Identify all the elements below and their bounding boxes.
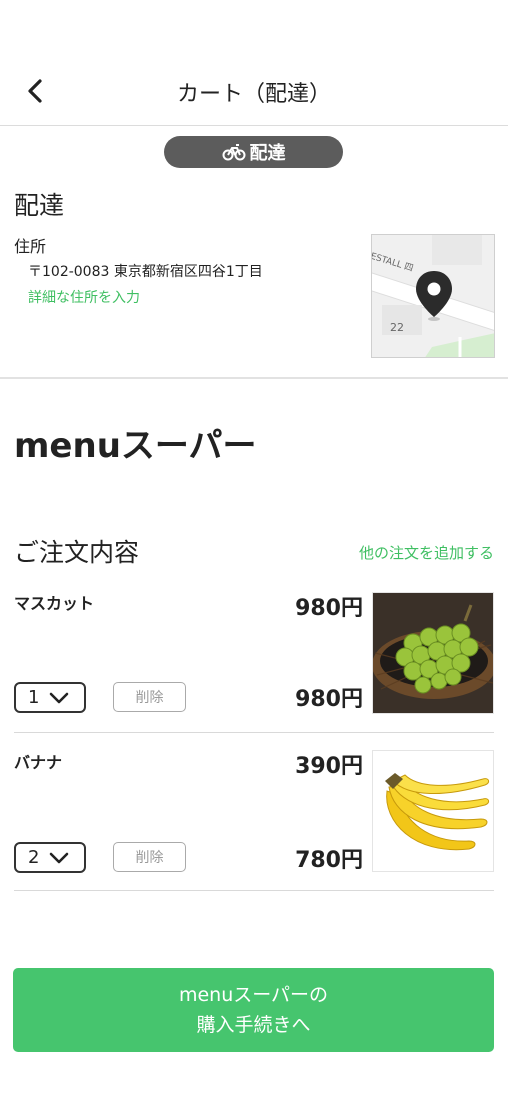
app-header: カート（配達）: [0, 56, 508, 126]
item-name: バナナ: [14, 753, 63, 772]
map-pin-icon: [416, 271, 452, 321]
store-name: menuスーパー: [14, 426, 257, 466]
order-section-title: ご注文内容: [14, 538, 140, 567]
item-total-price: 780円: [295, 848, 363, 873]
map-number-label: 22: [390, 321, 404, 334]
add-order-link[interactable]: 他の注文を追加する: [359, 542, 494, 563]
chevron-down-icon: [50, 692, 69, 703]
quantity-value: 1: [28, 687, 40, 708]
delivery-mode-label: 配達: [249, 143, 286, 164]
muscat-image: [372, 592, 494, 714]
checkout-label-line2: 購入手続きへ: [196, 1014, 311, 1036]
page-title: カート（配達）: [176, 82, 331, 107]
delivery-section-title: 配達: [14, 191, 65, 220]
item-name: マスカット: [14, 594, 95, 613]
map-thumbnail[interactable]: ESTALL 四 22: [371, 234, 495, 358]
quantity-value: 2: [28, 847, 40, 868]
quantity-select[interactable]: 2: [14, 842, 86, 873]
delivery-mode-badge[interactable]: 配達: [164, 136, 343, 168]
item-unit-price: 980円: [295, 596, 363, 621]
section-divider: [0, 377, 508, 379]
item-unit-price: 390円: [295, 754, 363, 779]
banana-image: [372, 750, 494, 872]
address-label: 住所: [14, 237, 47, 256]
address-detail-link[interactable]: 詳細な住所を入力: [28, 287, 140, 307]
item-divider: [14, 732, 494, 733]
quantity-select[interactable]: 1: [14, 682, 86, 713]
item-divider: [14, 890, 494, 891]
checkout-label-line1: menuスーパーの: [178, 984, 329, 1006]
item-total-price: 980円: [295, 687, 363, 712]
delete-button[interactable]: 削除: [113, 842, 186, 872]
checkout-button[interactable]: menuスーパーの 購入手続きへ: [13, 968, 494, 1052]
address-text: 〒102-0083 東京都新宿区四谷1丁目: [28, 264, 263, 280]
chevron-down-icon: [50, 852, 69, 863]
delete-button[interactable]: 削除: [113, 682, 186, 712]
bicycle-icon: [222, 144, 245, 161]
